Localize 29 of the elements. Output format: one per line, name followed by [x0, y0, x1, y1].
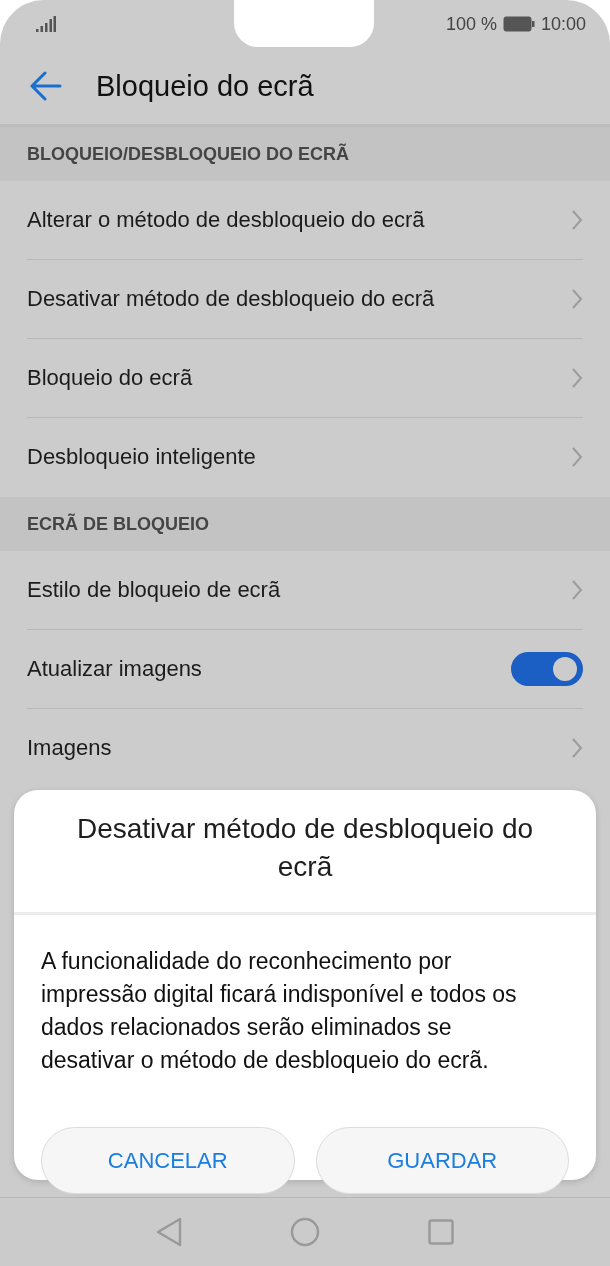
battery-icon: [502, 16, 535, 32]
chevron-icon: [571, 579, 583, 601]
dialog-title: Desativar método de desbloqueio do ecrã: [75, 812, 535, 884]
recents-icon[interactable]: [428, 1219, 454, 1245]
setting-label[interactable]: Bloqueio do ecrã: [27, 365, 193, 391]
setting-label[interactable]: Imagens: [27, 735, 112, 761]
setting-label[interactable]: Alterar o método de desbloqueio do ecrã: [27, 207, 425, 233]
chevron-icon: [571, 288, 583, 310]
clock: 10:00: [540, 13, 586, 35]
setting-label[interactable]: Atualizar imagens: [27, 656, 202, 682]
cancel-button[interactable]: CANCELAR: [41, 1127, 295, 1194]
chevron-icon: [571, 367, 583, 389]
setting-label[interactable]: Desativar método de desbloqueio do ecrã: [27, 286, 435, 312]
dialog-message: A funcionalidade do reconhecimento por impressão digital ficará indisponível e todos os dados relacionados serão eliminados se desativar o método de desbloqueio do ecrã.: [40, 947, 518, 1075]
save-button[interactable]: GUARDAR: [315, 1127, 569, 1194]
chevron-icon: [571, 209, 583, 231]
back-arrow-icon[interactable]: [30, 71, 62, 101]
home-icon[interactable]: [290, 1217, 320, 1247]
back-icon[interactable]: [156, 1217, 182, 1247]
section-header: BLOQUEIO/DESBLOQUEIO DO ECRÃ: [0, 127, 610, 181]
battery-percentage: 100 %: [445, 13, 497, 35]
signal-icon: [36, 16, 56, 32]
chevron-icon: [571, 737, 583, 759]
screen-title: Bloqueio do ecrã: [96, 69, 314, 103]
toggle-switch[interactable]: [511, 652, 583, 686]
setting-label[interactable]: Desbloqueio inteligente: [27, 444, 256, 470]
setting-label[interactable]: Estilo de bloqueio de ecrã: [27, 577, 281, 603]
section-header: ECRÃ DE BLOQUEIO: [0, 497, 610, 551]
chevron-icon: [571, 446, 583, 468]
